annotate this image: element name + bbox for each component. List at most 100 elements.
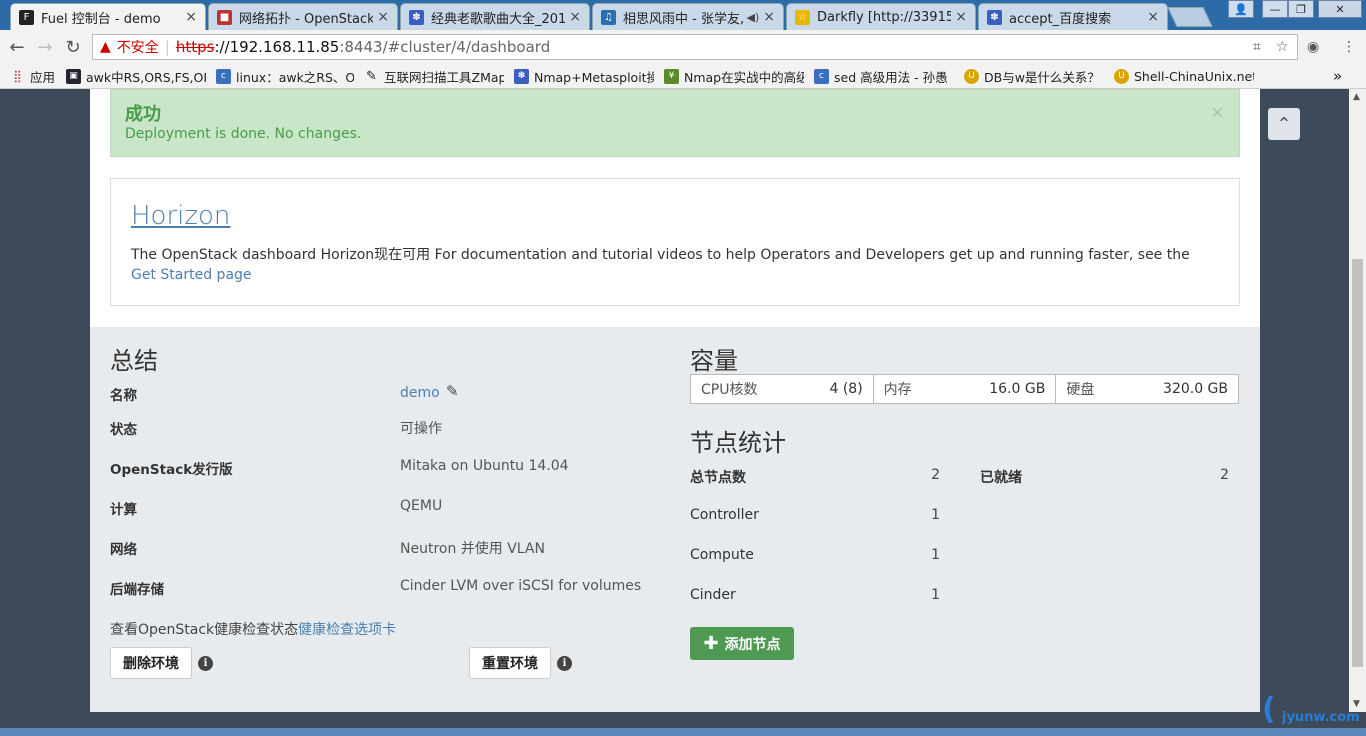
speaker-icon[interactable]: ◀) bbox=[747, 11, 760, 24]
add-node-label: 添加节点 bbox=[724, 636, 781, 653]
summary-label: 网络 bbox=[110, 542, 137, 558]
menu-icon[interactable]: ⋮ bbox=[1342, 39, 1356, 55]
summary-label: 名称 bbox=[110, 388, 137, 404]
page-icon: ▣ bbox=[66, 68, 81, 84]
bookmark-star-icon[interactable]: ☆ bbox=[1276, 39, 1289, 55]
tab-close-icon[interactable]: × bbox=[569, 9, 581, 25]
capacity-disk: 硬盘 320.0 GB bbox=[1056, 375, 1238, 403]
tool-icon: ✎ bbox=[366, 68, 377, 84]
headphones-icon: ♫ bbox=[601, 9, 616, 25]
u-icon: U bbox=[964, 68, 979, 84]
apps-grid-icon: ⣿ bbox=[13, 69, 22, 83]
alert-title: 成功 bbox=[125, 104, 161, 125]
horizon-link[interactable]: Horizon bbox=[131, 201, 230, 231]
info-icon[interactable]: i bbox=[557, 656, 572, 671]
capacity-value: 16.0 GB bbox=[989, 381, 1046, 397]
divider: | bbox=[164, 38, 170, 56]
get-started-link[interactable]: Get Started page bbox=[131, 267, 252, 283]
scroll-to-top-button[interactable]: ⌃ bbox=[1268, 108, 1300, 140]
tab-network-topology[interactable]: ■ 网络拓扑 - OpenStack D × bbox=[208, 3, 398, 30]
tab-baidu-search[interactable]: ✽ accept_百度搜索 × bbox=[978, 3, 1168, 30]
chevron-up-icon: ⌃ bbox=[1276, 113, 1292, 135]
reset-environment-button[interactable]: 重置环境 bbox=[469, 647, 551, 679]
capacity-value: 320.0 GB bbox=[1163, 381, 1229, 397]
maximize-icon[interactable]: ❐ bbox=[1288, 0, 1314, 18]
bookmark-linux-awk[interactable]: c linux：awk之RS、OF bbox=[216, 67, 354, 85]
summary-label: 后端存储 bbox=[110, 582, 164, 598]
edit-pencil-icon[interactable]: ✎ bbox=[446, 382, 459, 400]
delete-environment-button[interactable]: 删除环境 bbox=[110, 647, 192, 679]
total-nodes-value: 2 bbox=[931, 467, 940, 483]
new-tab-button[interactable] bbox=[1167, 7, 1213, 27]
tab-music[interactable]: ♫ 相思风雨中 - 张学友, ◀) × bbox=[592, 3, 784, 30]
page-scrollbar[interactable]: ▲ ▼ bbox=[1349, 89, 1366, 712]
bookmark-label: linux：awk之RS、OF bbox=[236, 69, 354, 85]
minimize-icon[interactable]: — bbox=[1262, 0, 1288, 18]
forward-icon[interactable]: → bbox=[34, 36, 56, 58]
browser-tab-strip: F Fuel 控制台 - demo × ■ 网络拓扑 - OpenStack D… bbox=[0, 0, 1366, 30]
bookmark-awk[interactable]: ▣ awk中RS,ORS,FS,OFS bbox=[66, 67, 206, 85]
bookmark-nmap-metasploit[interactable]: ✽ Nmap+Metasploit操 bbox=[514, 67, 654, 85]
scroll-up-arrow-icon[interactable]: ▲ bbox=[1353, 92, 1360, 102]
health-check-label: 查看OpenStack健康检查状态 bbox=[110, 622, 299, 638]
reload-icon[interactable]: ↻ bbox=[62, 36, 84, 58]
bookmark-sed[interactable]: c sed 高级用法 - 孙愚 bbox=[814, 67, 954, 85]
info-icon[interactable]: i bbox=[198, 656, 213, 671]
tab-close-icon[interactable]: × bbox=[763, 9, 775, 25]
success-alert: 成功 Deployment is done. No changes. × bbox=[110, 89, 1240, 157]
role-count: 1 bbox=[931, 587, 940, 603]
add-node-button[interactable]: ✚ 添加节点 bbox=[690, 627, 794, 660]
horizon-panel: Horizon The OpenStack dashboard Horizon现… bbox=[110, 178, 1240, 306]
summary-label: 状态 bbox=[110, 422, 137, 438]
user-profile-icon[interactable]: 👤 bbox=[1228, 0, 1254, 18]
bookmark-apps[interactable]: ⣿ 应用 bbox=[10, 67, 62, 85]
tab-title: 网络拓扑 - OpenStack D bbox=[239, 11, 374, 27]
bookmark-label: 互联网扫描工具ZMap bbox=[384, 69, 504, 85]
watermark-logo: (jyunw.com bbox=[1262, 688, 1362, 728]
health-check-tab-link[interactable]: 健康检查选项卡 bbox=[298, 622, 396, 638]
tab-title: Darkfly [http://339159 bbox=[817, 9, 952, 25]
site-icon: ¥ bbox=[664, 68, 679, 84]
bookmarks-bar: ⣿ 应用 ▣ awk中RS,ORS,FS,OFS c linux：awk之RS、… bbox=[0, 64, 1366, 89]
bookmark-chinaunix[interactable]: U Shell-ChinaUnix.net bbox=[1114, 67, 1254, 85]
extension-icon[interactable]: ◉ bbox=[1307, 39, 1319, 55]
tab-close-icon[interactable]: × bbox=[1147, 9, 1159, 25]
summary-value: Neutron 并使用 VLAN bbox=[400, 541, 545, 557]
tab-close-icon[interactable]: × bbox=[185, 9, 197, 25]
summary-value: Mitaka on Ubuntu 14.04 bbox=[400, 458, 569, 474]
plus-icon: ✚ bbox=[703, 633, 719, 654]
bookmark-label: 应用 bbox=[30, 69, 56, 85]
address-bar[interactable]: ▲ 不安全 | https ://192.168.11.85 :8443/#cl… bbox=[92, 34, 1298, 60]
bookmark-db[interactable]: U DB与w是什么关系？ bbox=[964, 67, 1104, 85]
capacity-label: CPU核数 bbox=[701, 382, 758, 398]
bookmark-label: Shell-ChinaUnix.net bbox=[1134, 68, 1254, 84]
tab-close-icon[interactable]: × bbox=[377, 9, 389, 25]
summary-value: Cinder LVM over iSCSI for volumes bbox=[400, 578, 642, 594]
environment-name-link[interactable]: demo bbox=[400, 385, 440, 401]
url-host: ://192.168.11.85 bbox=[214, 38, 340, 56]
summary-value: QEMU bbox=[400, 498, 443, 514]
translate-icon[interactable]: ⌗ bbox=[1253, 39, 1261, 55]
bookmark-nmap-practice[interactable]: ¥ Nmap在实战中的高级 bbox=[664, 67, 804, 85]
alert-close-icon[interactable]: × bbox=[1210, 102, 1225, 123]
browser-toolbar: ← → ↻ ▲ 不安全 | https ://192.168.11.85 :84… bbox=[0, 30, 1366, 64]
dashboard-page: 成功 Deployment is done. No changes. × Hor… bbox=[90, 89, 1260, 712]
bookmark-label: sed 高级用法 - 孙愚 bbox=[834, 69, 948, 85]
ready-nodes-value: 2 bbox=[1220, 467, 1229, 483]
url-path: :8443/#cluster/4/dashboard bbox=[339, 38, 551, 56]
horizon-description-text: The OpenStack dashboard Horizon现在可用 For … bbox=[131, 247, 1190, 263]
role-label: Compute bbox=[690, 547, 754, 563]
blog-icon: c bbox=[216, 68, 231, 84]
bookmark-zmap[interactable]: ✎ 互联网扫描工具ZMap bbox=[364, 67, 504, 85]
window-close-icon[interactable]: ✕ bbox=[1318, 0, 1362, 18]
tab-songs[interactable]: ✽ 经典老歌歌曲大全_2016 × bbox=[400, 3, 590, 30]
tab-close-icon[interactable]: × bbox=[955, 9, 967, 25]
watermark-swoosh-icon: ( bbox=[1262, 692, 1276, 727]
scrollbar-thumb[interactable] bbox=[1352, 259, 1363, 667]
role-label: Cinder bbox=[690, 587, 736, 603]
tab-darkfly[interactable]: ☆ Darkfly [http://339159 × bbox=[786, 3, 976, 30]
capacity-heading: 容量 bbox=[690, 347, 738, 375]
back-icon[interactable]: ← bbox=[6, 36, 28, 58]
more-bookmarks-icon[interactable]: » bbox=[1333, 67, 1347, 85]
tab-fuel-console[interactable]: F Fuel 控制台 - demo × bbox=[10, 3, 206, 30]
